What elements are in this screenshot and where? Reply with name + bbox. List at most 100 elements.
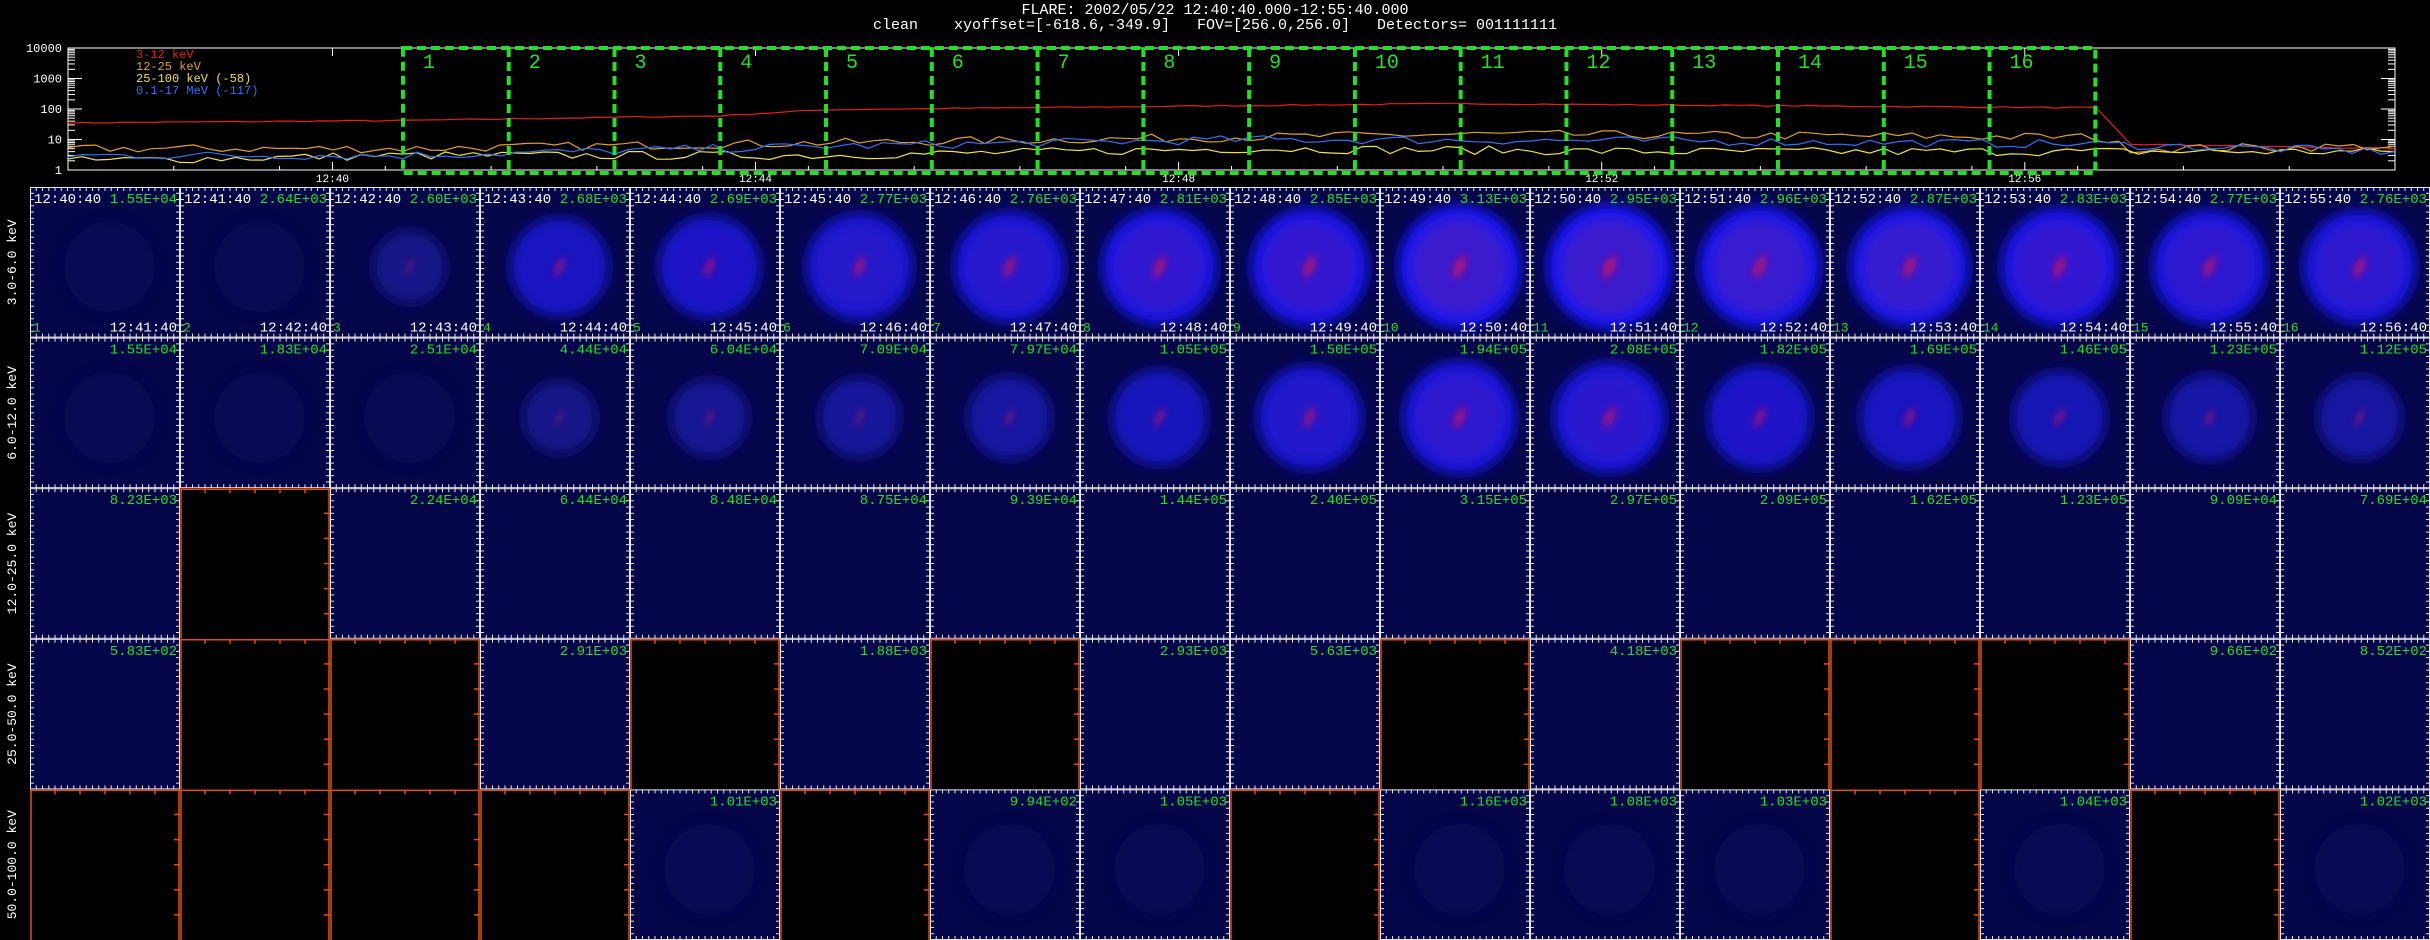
image-max-label: 2.96E+03 [1760,192,1827,208]
image-cell: 1.55E+04 12:40:40 12:41:40 1 [30,187,180,338]
image-start-time: 12:49:40 [1384,192,1451,208]
image-max-label: 2.69E+03 [710,192,777,208]
xtick-label: 12:52 [1585,174,1618,186]
image-cell: 2.87E+03 12:52:40 12:53:40 13 [1830,187,1980,338]
image-max-label: 2.97E+05 [1610,493,1677,509]
image-max-label: 2.77E+03 [2210,192,2277,208]
image-cell: 1.23E+05 [1980,488,2130,639]
ytick-label: 10000 [26,42,62,56]
image-start-time: 12:40:40 [34,192,101,208]
image-start-time: 12:44:40 [634,192,701,208]
image-max-label: 1.55E+04 [110,192,177,208]
image-cell: 1.50E+05 [1230,337,1380,489]
flare-source-faint [364,372,455,463]
legend-entry: 0.1-17 MeV (-117) [136,84,258,98]
image-start-time: 12:48:40 [1234,192,1301,208]
image-index-label: 3 [333,321,341,336]
image-cell: 1.83E+04 [180,337,330,489]
image-start-time: 12:54:40 [2134,192,2201,208]
image-max-label: 1.05E+05 [1160,343,1227,359]
image-cell: 7.97E+04 [930,337,1080,489]
image-max-label: 4.44E+04 [560,343,627,359]
image-index-label: 2 [183,321,191,336]
image-cell: 2.76E+03 12:46:40 12:47:40 7 [930,187,1080,338]
image-end-time: 12:41:40 [110,321,177,337]
interval-number: 16 [2010,52,2034,75]
energy-band-label: 6.0-12.0 keV [5,366,20,460]
image-cell [180,488,330,639]
xtick-label: 12:44 [739,174,772,186]
image-end-time: 12:51:40 [1610,321,1677,337]
image-end-time: 12:52:40 [1760,321,1827,337]
ytick-label: 10 [48,134,62,148]
image-cell: 2.76E+03 12:55:40 12:56:40 16 [2280,187,2430,338]
image-end-time: 12:47:40 [1010,321,1077,337]
image-max-label: 2.08E+05 [1610,343,1677,359]
image-max-label: 2.40E+05 [1310,493,1377,509]
lightcurve-panel: 10000 1000 100 10 1 12:40 12:44 12:48 12:52 12:56… [26,42,2396,186]
image-cell-bg [1230,488,1380,639]
image-cell: 2.81E+03 12:47:40 12:48:40 8 [1080,187,1230,338]
image-cell-bg [2130,488,2280,639]
interval-number: 2 [529,52,541,75]
image-max-label: 9.09E+04 [2210,493,2277,509]
image-end-time: 12:50:40 [1460,321,1527,337]
image-cell: 3.15E+05 [1380,488,1530,639]
image-cell: 2.09E+05 [1680,488,1830,639]
interval-number: 10 [1375,52,1399,75]
interval-number: 3 [634,52,646,75]
image-end-time: 12:49:40 [1310,321,1377,337]
image-max-label: 2.87E+03 [1910,192,1977,208]
image-max-label: 1.55E+04 [110,343,177,359]
image-cell: 8.48E+04 [630,488,780,639]
image-grid: 3.0-6.0 keV 6.0-12.0 keV 12.0-25.0 keV 25.0… [0,187,2430,940]
image-cell-bg [1680,488,1830,639]
image-cell: 2.77E+03 12:45:40 12:46:40 6 [780,187,930,338]
image-end-time: 12:44:40 [560,321,627,337]
image-max-label: 8.48E+04 [710,493,777,509]
image-cell-bg [30,638,180,790]
image-max-label: 1.82E+05 [1760,343,1827,359]
image-cell: 4.44E+04 [480,337,630,489]
image-max-label: 2.24E+04 [410,493,477,509]
image-start-time: 12:46:40 [934,192,1001,208]
image-max-label: 3.13E+03 [1460,192,1527,208]
image-cell: 2.97E+05 [1530,488,1680,639]
image-end-time: 12:43:40 [410,321,477,337]
image-cell: 1.46E+05 [1980,337,2130,489]
image-max-label: 2.83E+03 [2060,192,2127,208]
image-end-time: 12:53:40 [1910,321,1977,337]
image-max-label: 1.23E+05 [2060,493,2127,509]
image-cell: 1.69E+05 [1830,337,1980,489]
energy-band-label: 3.0-6.0 keV [5,219,20,305]
image-max-label: 8.75E+04 [860,493,927,509]
image-cell: 2.77E+03 12:54:40 12:55:40 15 [2130,187,2280,338]
image-start-time: 12:47:40 [1084,192,1151,208]
interval-number: 11 [1481,52,1505,75]
image-cell-bg [1380,488,1530,639]
image-max-label: 5.83E+02 [110,644,177,660]
interval-number: 9 [1269,52,1281,75]
ytick-label: 100 [40,103,62,117]
image-cell-bg [1980,488,2130,639]
image-end-time: 12:48:40 [1160,321,1227,337]
image-index-label: 10 [1383,321,1399,336]
image-cell: 2.40E+05 [1230,488,1380,639]
image-cell: 2.91E+03 [480,638,630,790]
image-cell: 2.96E+03 12:51:40 12:52:40 12 [1680,187,1830,338]
image-cell: 2.83E+03 12:53:40 12:54:40 14 [1980,187,2130,338]
image-max-label: 2.64E+03 [260,192,327,208]
image-max-label: 1.12E+05 [2360,343,2427,359]
flare-source-faint [64,372,155,463]
image-cell: 2.60E+03 12:42:40 12:43:40 3 [330,187,480,338]
interval-number: 4 [740,52,752,75]
image-cell-bg [1080,488,1230,639]
image-cell: 8.75E+04 [780,488,930,639]
image-index-label: 6 [783,321,791,336]
image-cell-bg [930,488,1080,639]
image-max-label: 1.83E+04 [260,343,327,359]
empty-cell-bg [330,638,480,790]
image-start-time: 12:41:40 [184,192,251,208]
interval-number: 15 [1904,52,1928,75]
image-index-label: 9 [1233,321,1241,336]
